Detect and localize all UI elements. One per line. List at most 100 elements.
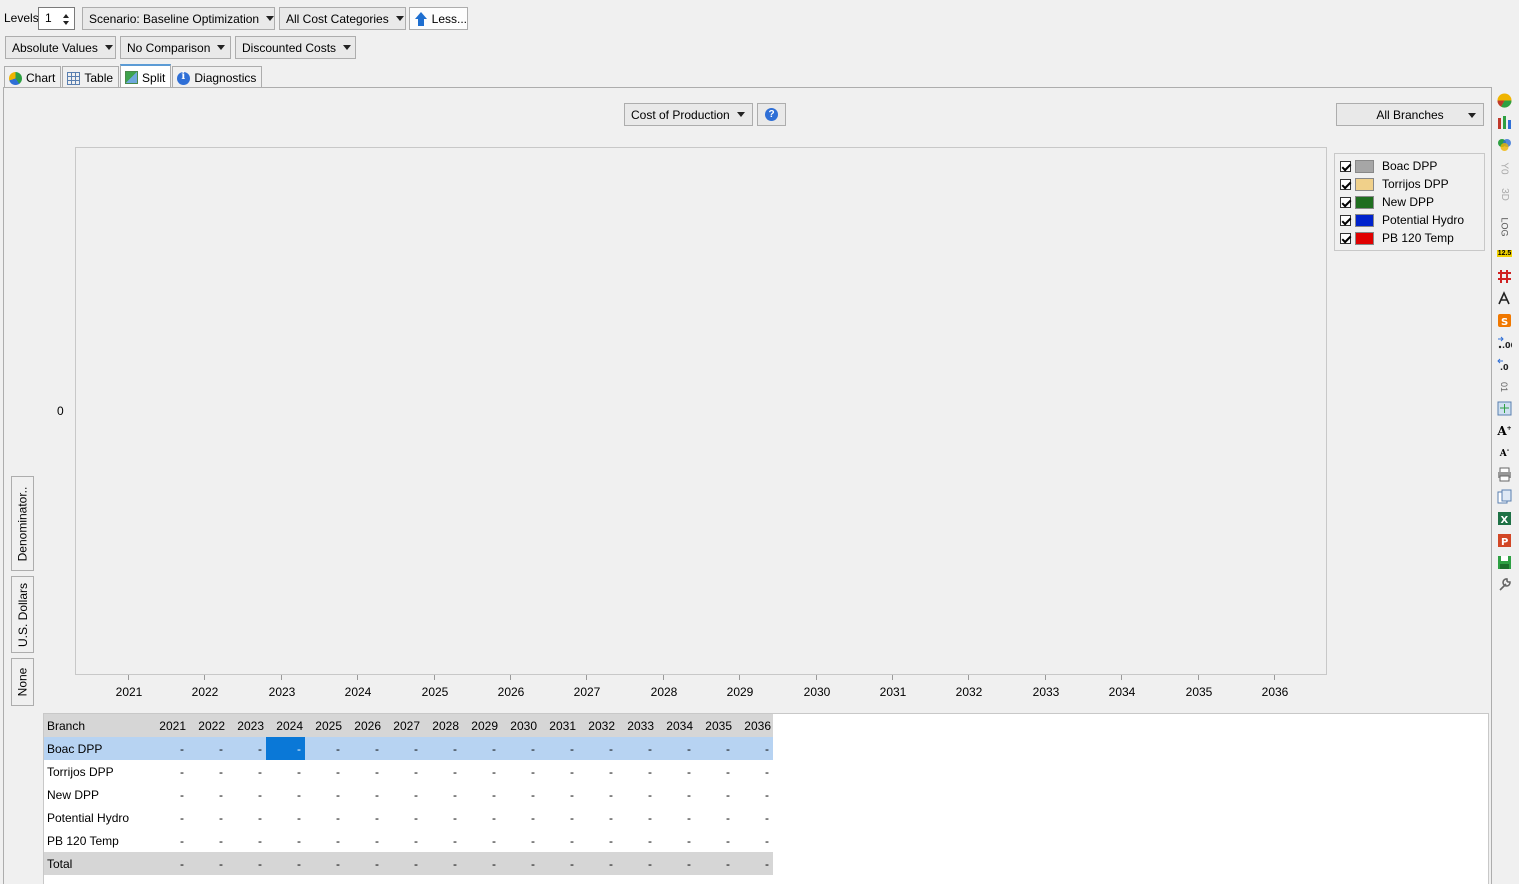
branches-dropdown[interactable]: All Branches <box>1336 103 1484 126</box>
powerpoint-icon[interactable]: P <box>1496 532 1513 549</box>
table-cell[interactable]: - <box>188 806 227 829</box>
column-header-year[interactable]: 2028 <box>422 714 461 737</box>
column-header-year[interactable]: 2036 <box>734 714 773 737</box>
table-cell[interactable]: - <box>305 737 344 760</box>
table-cell[interactable]: - <box>383 829 422 852</box>
table-cell[interactable]: - <box>305 783 344 806</box>
table-cell[interactable]: - <box>266 852 305 875</box>
row-branch-name[interactable]: Torrijos DPP <box>44 760 149 783</box>
table-cell[interactable]: - <box>500 783 539 806</box>
table-cell[interactable]: - <box>695 806 734 829</box>
table-cell[interactable]: - <box>383 783 422 806</box>
column-header-year[interactable]: 2023 <box>227 714 266 737</box>
table-cell[interactable]: - <box>539 852 578 875</box>
table-cell[interactable]: - <box>617 760 656 783</box>
cost-categories-dropdown[interactable]: All Cost Categories <box>279 7 406 30</box>
table-cell[interactable]: - <box>422 737 461 760</box>
row-branch-name[interactable]: New DPP <box>44 783 149 806</box>
table-cell[interactable]: - <box>578 737 617 760</box>
table-cell[interactable]: - <box>344 852 383 875</box>
tab-table[interactable]: Table <box>62 66 120 89</box>
table-cell[interactable]: - <box>422 760 461 783</box>
table-cell[interactable]: - <box>461 760 500 783</box>
table-cell[interactable]: - <box>344 806 383 829</box>
legend-item-potential-hydro[interactable]: Potential Hydro <box>1340 212 1464 228</box>
table-cell[interactable]: - <box>617 783 656 806</box>
column-header-year[interactable]: 2021 <box>149 714 188 737</box>
increase-decimals-icon[interactable]: .00 <box>1496 334 1513 351</box>
excel-icon[interactable]: X <box>1496 510 1513 527</box>
table-cell[interactable]: - <box>422 829 461 852</box>
column-header-year[interactable]: 2024 <box>266 714 305 737</box>
table-cell[interactable]: - <box>500 737 539 760</box>
table-cell[interactable]: - <box>734 852 773 875</box>
row-branch-name[interactable]: Total <box>44 852 149 875</box>
table-cell[interactable]: - <box>188 783 227 806</box>
table-cell[interactable]: - <box>461 829 500 852</box>
column-header-year[interactable]: 2035 <box>695 714 734 737</box>
levels-stepper[interactable]: 1 <box>38 7 75 30</box>
table-cell[interactable]: - <box>266 737 305 760</box>
denominator-tab[interactable]: Denominator.. <box>11 476 34 571</box>
table-cell[interactable]: - <box>227 760 266 783</box>
table-cell[interactable]: - <box>305 852 344 875</box>
table-cell[interactable]: - <box>695 852 734 875</box>
column-header-year[interactable]: 2034 <box>656 714 695 737</box>
table-cell[interactable]: - <box>617 737 656 760</box>
table-cell[interactable]: - <box>461 852 500 875</box>
table-row[interactable]: Boac DPP - - - - - - - - - - - - - - - - <box>44 737 773 760</box>
legend-item-boac-dpp[interactable]: Boac DPP <box>1340 158 1437 174</box>
table-cell[interactable]: - <box>500 829 539 852</box>
legend-item-pb-120-temp[interactable]: PB 120 Temp <box>1340 230 1454 246</box>
table-cell[interactable]: - <box>383 760 422 783</box>
table-cell[interactable]: - <box>656 829 695 852</box>
column-header-year[interactable]: 2032 <box>578 714 617 737</box>
table-cell[interactable]: - <box>656 760 695 783</box>
legend-checkbox[interactable] <box>1340 178 1351 190</box>
table-cell[interactable]: - <box>539 829 578 852</box>
legend-item-torrijos-dpp[interactable]: Torrijos DPP <box>1340 176 1449 192</box>
table-cell[interactable]: - <box>227 852 266 875</box>
decrease-decimals-icon[interactable]: .0 <box>1496 356 1513 373</box>
table-cell[interactable]: - <box>266 760 305 783</box>
table-cell[interactable]: - <box>734 760 773 783</box>
table-cell[interactable]: - <box>344 760 383 783</box>
font-decrease-icon[interactable]: A- <box>1496 444 1513 461</box>
table-cell[interactable]: - <box>578 829 617 852</box>
copy-icon[interactable] <box>1496 488 1513 505</box>
table-cell[interactable]: - <box>266 806 305 829</box>
table-row[interactable]: New DPP - - - - - - - - - - - - - - - - <box>44 783 773 806</box>
bar-chart-icon[interactable] <box>1496 114 1513 131</box>
zoom-icon[interactable] <box>1496 400 1513 417</box>
variable-dropdown[interactable]: Cost of Production <box>624 103 753 126</box>
table-cell[interactable]: - <box>227 737 266 760</box>
table-cell[interactable]: - <box>500 760 539 783</box>
table-row[interactable]: Torrijos DPP - - - - - - - - - - - - - - - - <box>44 760 773 783</box>
table-cell[interactable]: - <box>188 737 227 760</box>
table-cell[interactable]: - <box>188 829 227 852</box>
column-header-branch[interactable]: Branch <box>44 714 149 737</box>
table-cell[interactable]: - <box>461 806 500 829</box>
table-cell[interactable]: - <box>266 783 305 806</box>
table-cell[interactable]: - <box>461 737 500 760</box>
chart-type-icon[interactable] <box>1496 92 1513 109</box>
table-cell[interactable]: - <box>695 737 734 760</box>
table-cell[interactable]: - <box>383 737 422 760</box>
table-cell[interactable]: - <box>617 852 656 875</box>
stepper-up-icon[interactable] <box>63 14 69 18</box>
table-cell[interactable]: - <box>578 760 617 783</box>
table-cell[interactable]: - <box>539 737 578 760</box>
decimals-icon[interactable]: 12.5 <box>1496 245 1513 262</box>
table-cell[interactable]: - <box>695 829 734 852</box>
table-total-row[interactable]: Total - - - - - - - - - - - - - - - - <box>44 852 773 875</box>
table-cell[interactable]: - <box>734 806 773 829</box>
table-cell[interactable]: - <box>656 783 695 806</box>
table-cell[interactable]: - <box>578 783 617 806</box>
legend-checkbox[interactable] <box>1340 160 1351 172</box>
table-cell[interactable]: - <box>734 783 773 806</box>
table-cell[interactable]: - <box>500 852 539 875</box>
table-cell[interactable]: - <box>227 829 266 852</box>
rotate-labels-icon[interactable]: 01 <box>1496 378 1513 395</box>
log-toggle[interactable]: LOG <box>1496 217 1513 236</box>
table-cell[interactable]: - <box>617 806 656 829</box>
